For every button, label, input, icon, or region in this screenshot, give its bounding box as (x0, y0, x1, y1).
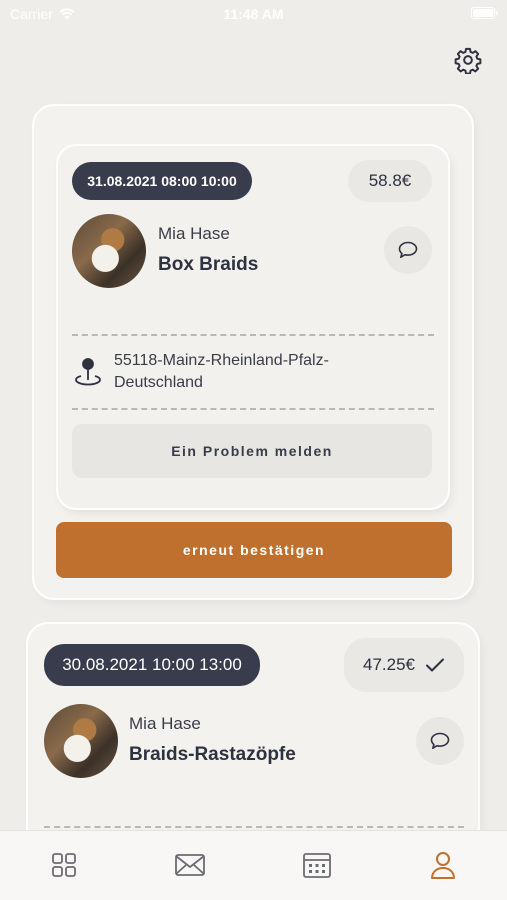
chat-button[interactable] (384, 226, 432, 274)
appointment-details: 31.08.2021 08:00 10:00 58.8€ Mia Hase Bo… (58, 146, 448, 508)
tab-calendar[interactable] (301, 849, 333, 881)
battery-icon (471, 7, 498, 19)
customer-name: Mia Hase (129, 714, 201, 733)
service-name: Braids-Rastazöpfe (129, 744, 296, 765)
reconfirm-button[interactable]: erneut bestätigen (56, 522, 452, 578)
gear-icon (454, 47, 482, 74)
price-badge: 58.8€ (348, 160, 432, 202)
divider (72, 334, 434, 336)
service-name: Box Braids (158, 254, 259, 275)
appointment-datetime: 31.08.2021 08:00 10:00 (72, 162, 252, 200)
divider (72, 408, 434, 410)
tab-bar (0, 830, 507, 900)
price-value: 58.8€ (368, 171, 412, 190)
tab-messages[interactable] (174, 849, 206, 881)
chat-icon (398, 241, 418, 258)
appointment-datetime: 30.08.2021 10:00 13:00 (44, 644, 260, 686)
grid-icon (52, 853, 76, 877)
customer-name: Mia Hase (158, 224, 230, 243)
checkmark-icon (426, 658, 444, 672)
status-bar: Carrier 11:48 AM (0, 0, 507, 28)
price-badge: 47.25€ (344, 638, 464, 692)
avatar (44, 704, 118, 778)
report-problem-button[interactable]: Ein Problem melden (72, 424, 432, 478)
calendar-icon (303, 853, 331, 878)
price-value: 47.25€ (363, 655, 415, 674)
tab-profile[interactable] (427, 849, 459, 881)
clock: 11:48 AM (223, 6, 284, 22)
chat-button[interactable] (416, 717, 464, 765)
appointment-card: 31.08.2021 08:00 10:00 58.8€ Mia Hase Bo… (34, 106, 472, 598)
tab-dashboard[interactable] (48, 849, 80, 881)
settings-button[interactable] (452, 44, 484, 76)
avatar (72, 214, 146, 288)
location-pin-icon (75, 358, 101, 386)
chat-icon (430, 732, 450, 749)
location-address: 55118-Mainz-Rheinland-Pfalz-Deutschland (114, 352, 329, 391)
mail-icon (175, 854, 205, 876)
profile-icon (431, 852, 455, 879)
divider (44, 826, 464, 828)
